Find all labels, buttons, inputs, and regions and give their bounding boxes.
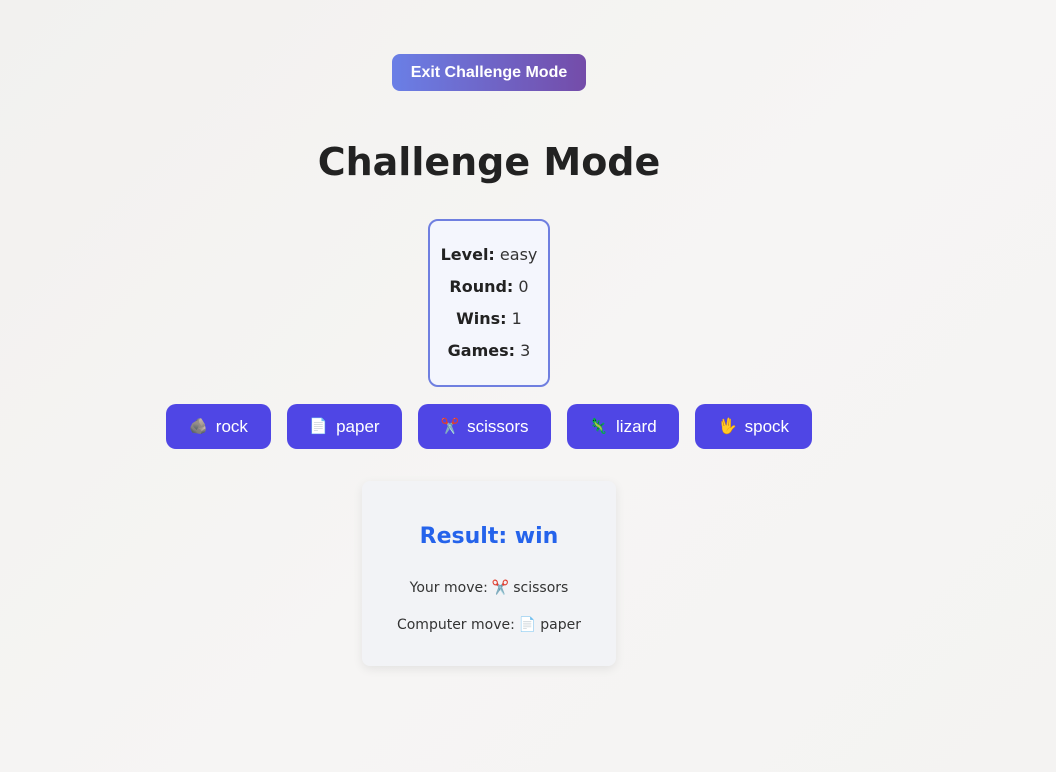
stat-round-label: Round: [449, 277, 514, 296]
move-label-rock: rock [215, 416, 248, 436]
stat-round-value: 0 [518, 277, 529, 296]
rock-icon: 🪨 [189, 418, 208, 435]
move-label-lizard: lizard [616, 416, 657, 436]
lizard-icon: 🦎 [589, 418, 609, 435]
stats-panel: Level: easy Round: 0 Wins: 1 Games: 3 [428, 219, 550, 387]
stat-level: Level: easy [441, 242, 538, 268]
move-button-spock[interactable]: 🖖 spock [695, 404, 812, 449]
move-label-spock: spock [744, 416, 790, 436]
move-button-paper[interactable]: 📄 paper [287, 404, 402, 449]
result-card: Result: win Your move: ✂️ scissors Compute… [362, 481, 616, 666]
page-title: Challenge Mode [317, 140, 661, 184]
move-label-paper: paper [336, 416, 380, 436]
computer-move-line: Computer move: 📄 paper [362, 615, 616, 635]
stat-wins-value: 1 [511, 309, 522, 328]
stat-wins: Wins: 1 [456, 306, 522, 332]
computer-move-value: paper [540, 617, 582, 633]
stat-games: Games: 3 [448, 338, 531, 364]
result-title: Result: win [419, 524, 559, 549]
stat-games-label: Games: [447, 341, 516, 360]
exit-challenge-mode-button[interactable]: Exit Challenge Mode [392, 54, 586, 91]
your-move-line: Your move: ✂️ scissors [362, 578, 616, 598]
move-button-scissors[interactable]: ✂️ scissors [418, 404, 551, 449]
scissors-icon: ✂️ [440, 418, 460, 435]
stat-level-value: easy [499, 245, 538, 264]
move-button-lizard[interactable]: 🦎 lizard [567, 404, 679, 449]
paper-icon: 📄 [518, 617, 537, 633]
spock-hand-icon: 🖖 [717, 418, 737, 435]
stat-wins-label: Wins: [456, 309, 507, 328]
paper-icon: 📄 [309, 418, 329, 435]
scissors-icon: ✂️ [491, 580, 510, 596]
stat-games-value: 3 [520, 341, 531, 360]
your-move-label: Your move: [409, 580, 488, 596]
move-label-scissors: scissors [467, 416, 529, 436]
your-move-value: scissors [513, 580, 569, 596]
stat-round: Round: 0 [449, 274, 528, 300]
move-button-rock[interactable]: 🪨 rock [166, 404, 271, 449]
computer-move-label: Computer move: [396, 617, 515, 633]
stat-level-label: Level: [440, 245, 495, 264]
